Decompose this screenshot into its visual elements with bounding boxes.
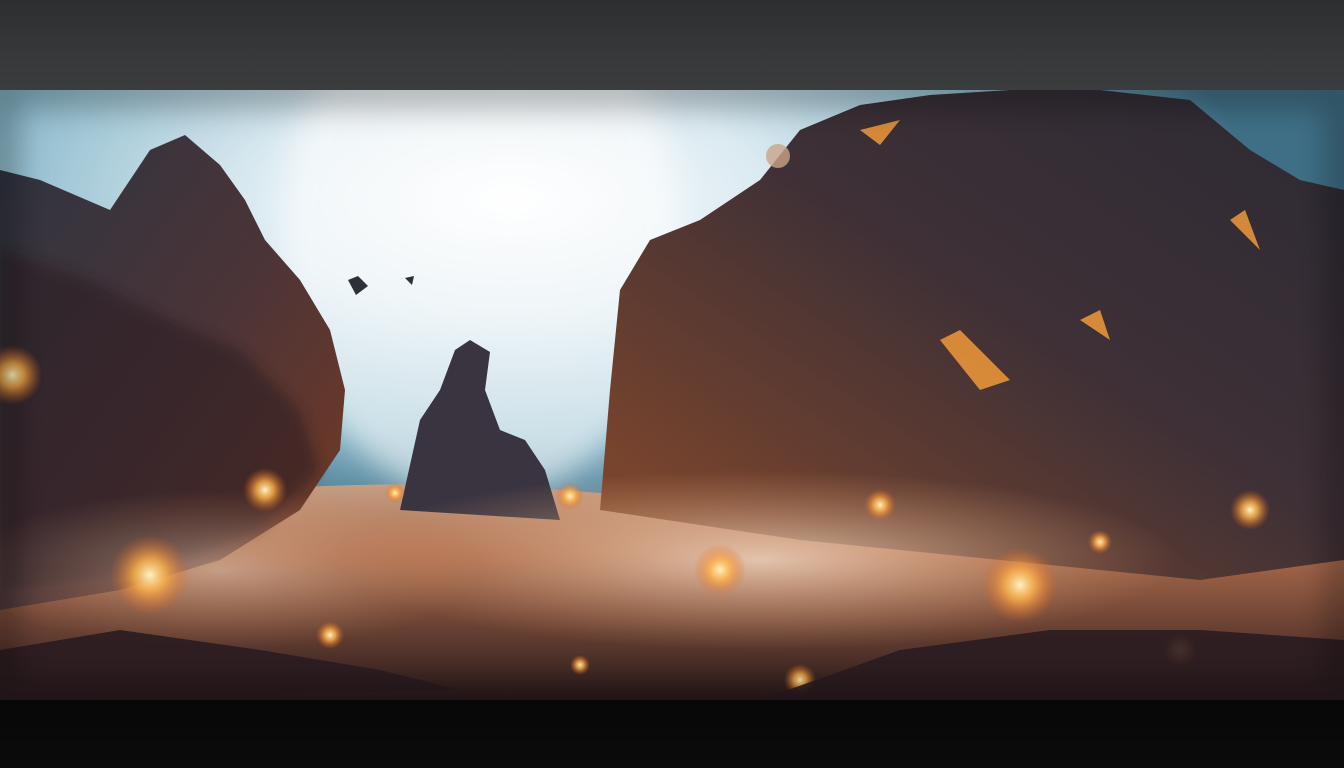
- ember: [1088, 530, 1112, 554]
- ember: [982, 547, 1058, 623]
- ember: [570, 655, 590, 675]
- ember: [556, 482, 584, 510]
- ember: [243, 468, 287, 512]
- ember: [1230, 490, 1270, 530]
- ember: [864, 489, 896, 521]
- ember: [385, 483, 405, 503]
- ember: [110, 535, 190, 615]
- image-viewer: [0, 0, 1344, 768]
- ember: [694, 544, 746, 596]
- landscape-illustration: [0, 90, 1344, 700]
- ember: [316, 621, 344, 649]
- floating-orb: [766, 144, 790, 168]
- top-frame-bar: [0, 0, 1344, 90]
- landscape-image: [0, 90, 1344, 700]
- bottom-frame-bar: [0, 700, 1344, 768]
